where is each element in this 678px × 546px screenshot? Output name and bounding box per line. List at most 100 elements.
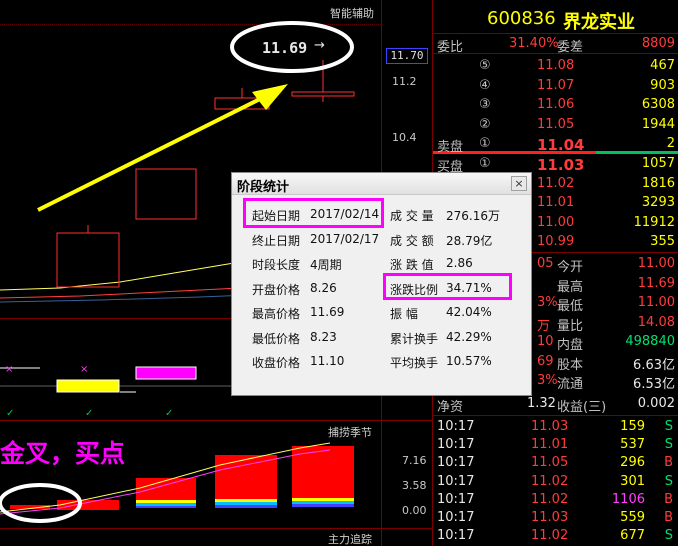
bid-price: 11.02	[537, 175, 575, 191]
callout-price: 11.69	[262, 39, 308, 57]
stat-value: 276.16万	[446, 209, 500, 223]
tick-price: 11.02	[531, 528, 569, 544]
stat-label: 量比	[557, 318, 584, 334]
stock-code: 600836	[487, 8, 556, 29]
stat-label: 今开	[557, 260, 584, 275]
tick-price: 11.01	[531, 437, 569, 453]
y-axis-label: 10.4	[392, 131, 417, 144]
stat-value: 8.23	[310, 329, 337, 344]
weibi-row: 委比 31.40% 委差 8809	[437, 36, 675, 55]
stat-label: 时段长度	[252, 258, 301, 272]
stat-label: 涨 跌 值	[390, 258, 434, 272]
bid-price: 11.01	[537, 195, 575, 210]
stat-value: 11.69	[637, 275, 675, 291]
tick-row: 10:17 11.02 677 S	[433, 527, 678, 546]
buy-signal-annotation: 金叉，买点	[0, 439, 126, 468]
tick-price: 11.03	[531, 419, 569, 434]
stat-value: 6.63亿	[633, 357, 675, 373]
stat-label: 振 幅	[390, 307, 418, 321]
stat-value: 11.69	[310, 305, 345, 319]
bid-price: 10.99	[537, 234, 575, 249]
tick-side: S	[664, 419, 673, 434]
stat-label: 内盘	[557, 338, 584, 353]
tick-time: 10:17	[437, 510, 475, 525]
stat-label: 股本	[557, 357, 584, 373]
tick-row: 10:17 11.05 296 B	[433, 454, 678, 473]
stat-value: 2.86	[446, 256, 473, 270]
tick-volume: 537	[620, 437, 645, 453]
stat-label: 最低	[557, 299, 584, 314]
stat-value: 11.10	[310, 354, 345, 368]
tick-row: 10:17 11.02 301 S	[433, 473, 678, 492]
tick-time: 10:17	[437, 473, 475, 489]
tick-volume: 677	[620, 528, 645, 544]
tick-volume: 296	[620, 455, 645, 471]
sell-label: 卖盘	[437, 140, 464, 155]
tick-price: 11.05	[531, 455, 569, 471]
stat-label: 最高价格	[252, 307, 301, 321]
stat-label: 流通	[557, 377, 584, 392]
bid-price: 11.00	[537, 214, 575, 230]
tick-volume: 159	[620, 419, 645, 434]
stat-label: 最低价格	[252, 331, 301, 346]
jingzi-row: 净资 1.32 收益(三) 0.002	[437, 396, 675, 415]
tick-time: 10:17	[437, 437, 475, 453]
stat-value: 14.08	[637, 314, 675, 330]
stat-label: 收盘价格	[252, 356, 301, 370]
stat-partial: 10	[537, 334, 554, 349]
stat-label: 起始日期	[252, 209, 301, 223]
indicator2-title: 主力追踪	[328, 533, 372, 546]
y-axis-label: 11.2	[392, 75, 417, 88]
stat-label: 终止日期	[252, 233, 301, 248]
tick-time: 10:17	[437, 528, 475, 544]
stat-value: 34.71%	[446, 280, 492, 295]
bid-level: ①	[479, 156, 491, 171]
current-price-tag: 11.70	[386, 48, 428, 64]
stat-value: 498840	[625, 334, 675, 349]
tick-price: 11.02	[531, 491, 569, 507]
stat-partial: 万	[537, 318, 551, 334]
stat-partial: 69	[537, 353, 554, 369]
signal-check-icon: ✓	[165, 408, 174, 419]
stat-value: 8.26	[310, 280, 337, 295]
stat-value: 11.00	[637, 256, 675, 271]
tick-row: 10:17 11.03 559 B	[433, 509, 678, 528]
tick-side: B	[664, 510, 673, 525]
stat-label: 成 交 额	[390, 233, 434, 248]
ask-level: ②	[479, 116, 491, 132]
tick-row: 10:17 11.03 159 S	[433, 418, 678, 437]
stat-label: 平均换手	[390, 356, 439, 370]
indicator-y-label: 0.00	[402, 504, 427, 517]
stat-partial: 05	[537, 256, 554, 271]
dialog-titlebar[interactable]: 阶段统计 ×	[232, 173, 531, 195]
stage-stats-dialog[interactable]: 阶段统计 × 起始日期 2017/02/14 终止日期 2017/02/17 时段长度 4…	[231, 172, 532, 396]
signal-check-icon: ✓	[6, 408, 15, 419]
stock-header: 600836 界龙实业	[433, 7, 678, 33]
bid-volume: 355	[650, 234, 675, 249]
bid-price: 11.03	[537, 156, 585, 174]
ask-price: 11.06	[537, 97, 575, 112]
ask-volume: 6308	[641, 97, 675, 112]
stat-label: 最高	[557, 279, 584, 295]
signal-x-icon: ×	[80, 364, 89, 375]
ask-volume: 2	[666, 136, 675, 151]
signal-x-icon: ×	[5, 364, 14, 375]
bid-volume: 3293	[641, 195, 675, 210]
tick-side: B	[664, 491, 673, 507]
stat-label: 累计换手	[390, 331, 439, 346]
indicator-y-label: 7.16	[402, 454, 427, 467]
ask-level: ⑤	[479, 58, 491, 73]
tick-time: 10:17	[437, 419, 475, 434]
ask-level: ③	[479, 97, 491, 112]
tick-side: S	[664, 473, 673, 489]
ask-level: ①	[479, 136, 491, 151]
tick-row: 10:17 11.02 1106 B	[433, 491, 678, 510]
close-icon[interactable]: ×	[511, 176, 527, 191]
tick-time: 10:17	[437, 491, 475, 507]
stock-name: 界龙实业	[563, 12, 635, 33]
tick-price: 11.03	[531, 510, 569, 525]
stat-label: 成 交 量	[390, 209, 434, 223]
ask-volume: 903	[650, 77, 675, 93]
ask-row: ③ 11.06 6308	[433, 96, 678, 115]
indicator-y-label: 3.58	[402, 479, 427, 492]
